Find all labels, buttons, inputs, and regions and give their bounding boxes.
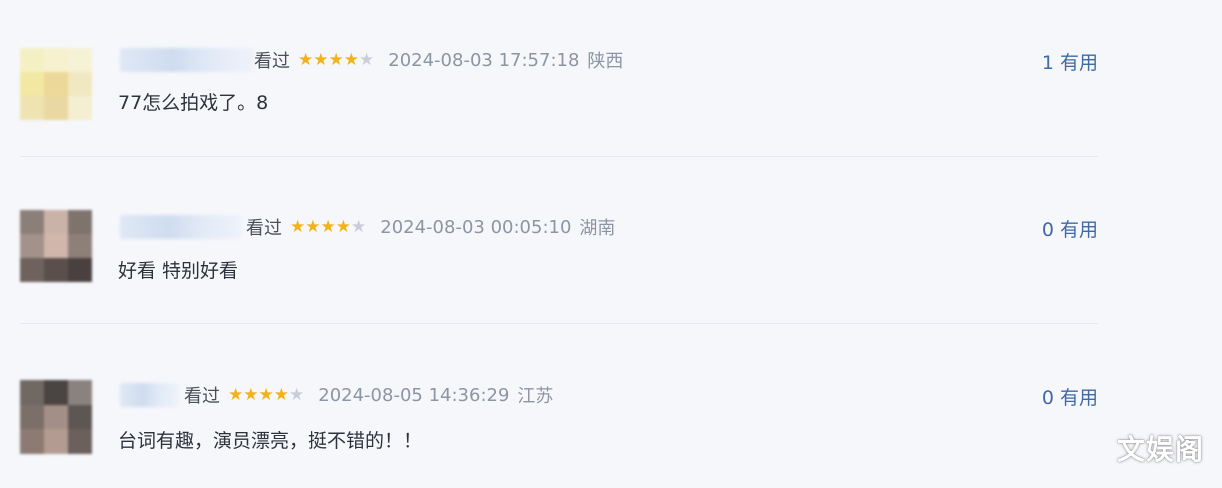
avatar-mosaic-tile: [20, 210, 44, 234]
avatar-mosaic-tile: [44, 380, 68, 405]
avatar-mosaic-tile: [68, 210, 92, 234]
avatar-mosaic-tile: [20, 429, 44, 454]
avatar-mosaic-tile: [20, 404, 44, 430]
useful-label: 有用: [1059, 219, 1098, 241]
watched-status: 看过: [184, 386, 220, 407]
star-filled-icon: ★: [335, 217, 351, 237]
star-empty-icon: ★: [289, 385, 305, 405]
avatar-mosaic-tile: [20, 234, 44, 258]
divider: [20, 323, 1098, 324]
avatar-mosaic-tile: [68, 258, 92, 282]
avatar-mosaic-tile: [44, 234, 68, 258]
useful-count: 0: [1041, 387, 1054, 409]
comment-text: 好看 特别好看: [118, 260, 239, 282]
avatar[interactable]: [20, 380, 92, 454]
comment-time: 2024-08-05 14:36:29: [318, 384, 510, 406]
star-filled-icon: ★: [258, 385, 274, 405]
useful-vote-button[interactable]: 0 有用: [1042, 215, 1098, 242]
avatar-mosaic-tile: [68, 404, 92, 430]
avatar[interactable]: [20, 210, 92, 282]
star-filled-icon: ★: [320, 217, 336, 237]
useful-vote-button[interactable]: 0 有用: [1042, 383, 1098, 410]
comment-location: 湖南: [579, 218, 616, 239]
star-filled-icon: ★: [228, 385, 244, 405]
star-empty-icon: ★: [351, 217, 367, 237]
star-filled-icon: ★: [305, 217, 321, 237]
avatar-mosaic-tile: [68, 380, 92, 405]
avatar-mosaic-tile: [68, 234, 92, 258]
star-filled-icon: ★: [273, 385, 289, 405]
avatar-mosaic-tile: [68, 429, 92, 454]
avatar-mosaic-tile: [44, 404, 68, 430]
avatar-mosaic-tile: [20, 258, 44, 282]
comment-text: 台词有趣，演员漂亮，挺不错的！！: [118, 430, 423, 452]
comment-location: 江苏: [517, 386, 554, 407]
avatar-mosaic-tile: [44, 210, 68, 234]
masked-username[interactable]: [120, 383, 178, 407]
comment-time: 2024-08-03 00:05:10: [380, 216, 572, 238]
rating-stars: ★ ★ ★ ★ ★: [228, 385, 304, 405]
masked-username[interactable]: [120, 215, 242, 239]
star-filled-icon: ★: [243, 385, 259, 405]
comment-list: 看过 ★ ★ ★ ★ ★ 2024-08-03 17:57:18 陕西 77怎么拍戏了。…: [0, 0, 1222, 488]
avatar-mosaic-tile: [20, 380, 44, 405]
rating-stars: ★ ★ ★ ★ ★: [290, 217, 366, 237]
watermark-logo: 文娱阁: [1116, 433, 1204, 466]
useful-count: 0: [1041, 219, 1054, 241]
comment-item: 看过 ★ ★ ★ ★ ★ 2024-08-05 14:36:29 江苏 台词有趣，演员漂…: [0, 0, 1222, 454]
divider: [20, 156, 1098, 157]
avatar-mosaic-tile: [44, 429, 68, 454]
star-filled-icon: ★: [290, 217, 306, 237]
watched-status: 看过: [246, 218, 282, 239]
avatar-mosaic-tile: [44, 258, 68, 282]
useful-label: 有用: [1059, 387, 1098, 409]
